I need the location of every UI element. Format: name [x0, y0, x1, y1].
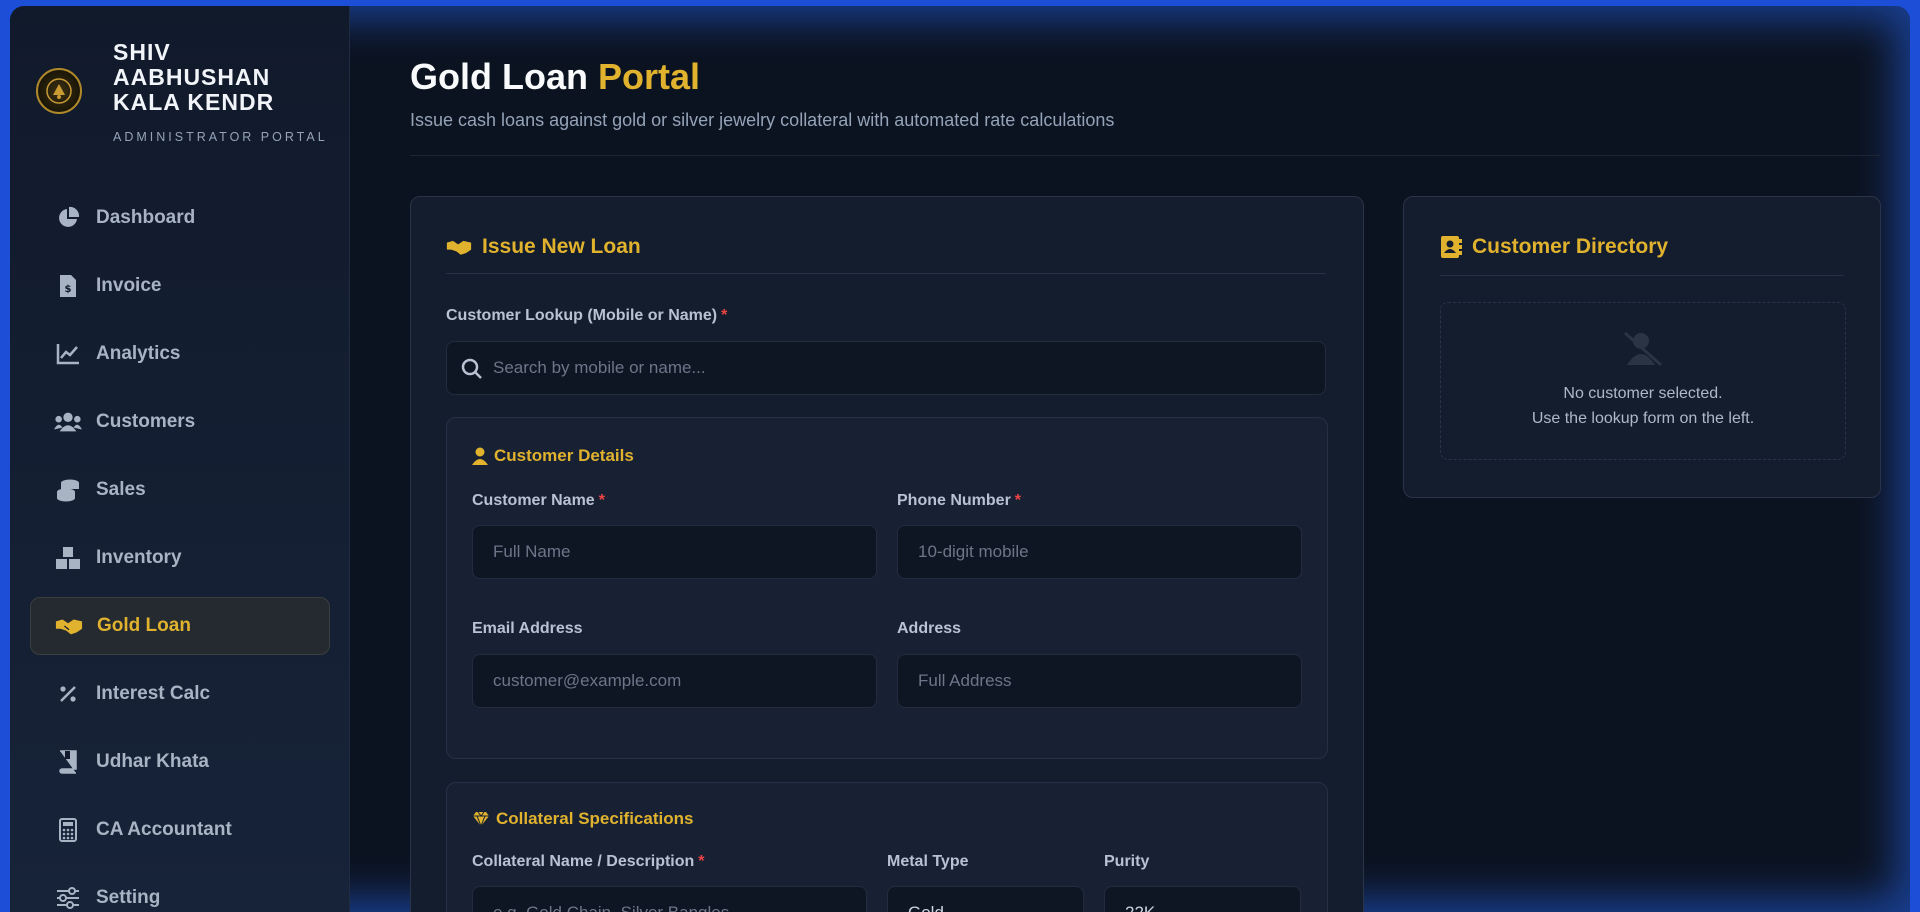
issue-loan-divider [446, 273, 1326, 274]
sidebar-item-customers[interactable]: Customers [30, 393, 330, 451]
metal-type-select[interactable]: Gold [887, 886, 1084, 912]
sidebar-item-label: Inventory [96, 547, 182, 568]
sidebar-item-dashboard[interactable]: Dashboard [30, 189, 330, 247]
percent-icon [54, 680, 82, 708]
search-icon [461, 358, 482, 379]
customer-directory-card: Customer Directory No customer selected.… [1403, 196, 1881, 498]
purity-label: Purity [1104, 853, 1150, 870]
sidebar-item-label: Sales [96, 479, 146, 500]
brand-logo-icon [36, 68, 82, 114]
customer-details-section: Customer Details Customer Name * Full Nam… [446, 417, 1328, 759]
customer-name-label: Customer Name * [472, 492, 605, 509]
sidebar-item-label: CA Accountant [96, 819, 232, 840]
invoice-icon: $ [54, 272, 82, 300]
sidebar-item-ca-accountant[interactable]: CA Accountant [30, 801, 330, 859]
user-slash-icon [1441, 329, 1845, 373]
lookup-placeholder: Search by mobile or name... [493, 358, 706, 377]
collateral-title: Collateral Specifications [472, 809, 693, 829]
sidebar: SHIV AABHUSHAN KALA KENDR ADMINISTRATOR … [10, 6, 350, 912]
sidebar-item-label: Interest Calc [96, 683, 211, 704]
sidebar-item-label: Analytics [96, 343, 181, 364]
empty-line-1: No customer selected. [1563, 385, 1723, 402]
pie-chart-icon [54, 204, 82, 232]
sidebar-nav: Dashboard $ Invoice Analytics Customers [30, 189, 330, 912]
address-input[interactable]: Full Address [897, 654, 1302, 708]
customer-lookup-input[interactable]: Search by mobile or name... [446, 341, 1326, 395]
metal-type-label: Metal Type [887, 853, 969, 870]
sidebar-item-setting[interactable]: Setting [30, 869, 330, 912]
brand: SHIV AABHUSHAN KALA KENDR ADMINISTRATOR … [34, 36, 334, 156]
sidebar-item-analytics[interactable]: Analytics [30, 325, 330, 383]
page-subtitle: Issue cash loans against gold or silver … [410, 110, 1115, 130]
customer-details-title: Customer Details [472, 446, 634, 466]
collateral-name-label: Collateral Name / Description * [472, 853, 705, 870]
phone-input[interactable]: 10-digit mobile [897, 525, 1302, 579]
lookup-label: Customer Lookup (Mobile or Name) * [446, 307, 728, 324]
sidebar-item-label: Setting [96, 887, 161, 908]
directory-empty-state: No customer selected. Use the lookup for… [1440, 302, 1846, 460]
sidebar-item-invoice[interactable]: $ Invoice [30, 257, 330, 315]
sidebar-item-interest-calc[interactable]: Interest Calc [30, 665, 330, 723]
phone-label: Phone Number * [897, 492, 1022, 509]
page-title-accent: Portal [598, 56, 701, 97]
handshake-icon [55, 612, 83, 640]
email-label: Email Address [472, 620, 583, 637]
issue-loan-card: Issue New Loan Customer Lookup (Mobile o… [410, 196, 1364, 912]
sidebar-item-label: Invoice [96, 275, 162, 296]
svg-text:$: $ [65, 284, 72, 295]
sidebar-item-sales[interactable]: Sales [30, 461, 330, 519]
book-icon [54, 748, 82, 776]
sidebar-item-label: Udhar Khata [96, 751, 209, 772]
directory-divider [1440, 275, 1844, 276]
sidebar-item-gold-loan[interactable]: Gold Loan [30, 597, 330, 655]
sidebar-item-udhar-khata[interactable]: Udhar Khata [30, 733, 330, 791]
sidebar-item-label: Dashboard [96, 207, 196, 228]
address-label: Address [897, 620, 962, 637]
header-divider [410, 155, 1880, 156]
collateral-section: Collateral Specifications Collateral Nam… [446, 782, 1328, 912]
brand-subtitle: ADMINISTRATOR PORTAL [113, 130, 328, 144]
sidebar-item-label: Gold Loan [97, 615, 191, 636]
sliders-icon [54, 884, 82, 912]
issue-loan-title: Issue New Loan [446, 235, 641, 259]
required-mark: * [721, 307, 728, 324]
gem-icon [473, 811, 489, 827]
user-icon [472, 447, 488, 465]
collateral-name-input[interactable]: e.g. Gold Chain, Silver Bangles [472, 886, 867, 912]
contact-book-icon [1441, 236, 1462, 258]
empty-line-2: Use the lookup form on the left. [1531, 410, 1755, 427]
purity-select[interactable]: 22K [1104, 886, 1301, 912]
main-content: Gold Loan Portal Issue cash loans agains… [349, 6, 1910, 912]
line-chart-icon [54, 340, 82, 368]
coins-icon [54, 476, 82, 504]
app-window: SHIV AABHUSHAN KALA KENDR ADMINISTRATOR … [10, 6, 1910, 912]
email-input[interactable]: customer@example.com [472, 654, 877, 708]
sidebar-item-label: Customers [96, 411, 196, 432]
boxes-icon [54, 544, 82, 572]
page-title-main: Gold Loan [410, 56, 588, 97]
sidebar-item-inventory[interactable]: Inventory [30, 529, 330, 587]
customer-directory-title: Customer Directory [1440, 235, 1668, 259]
users-icon [54, 408, 82, 436]
calculator-icon [54, 816, 82, 844]
brand-name: SHIV AABHUSHAN KALA KENDR [113, 39, 275, 115]
page-title: Gold Loan Portal [410, 56, 700, 98]
customer-name-input[interactable]: Full Name [472, 525, 877, 579]
handshake-icon [446, 240, 472, 255]
